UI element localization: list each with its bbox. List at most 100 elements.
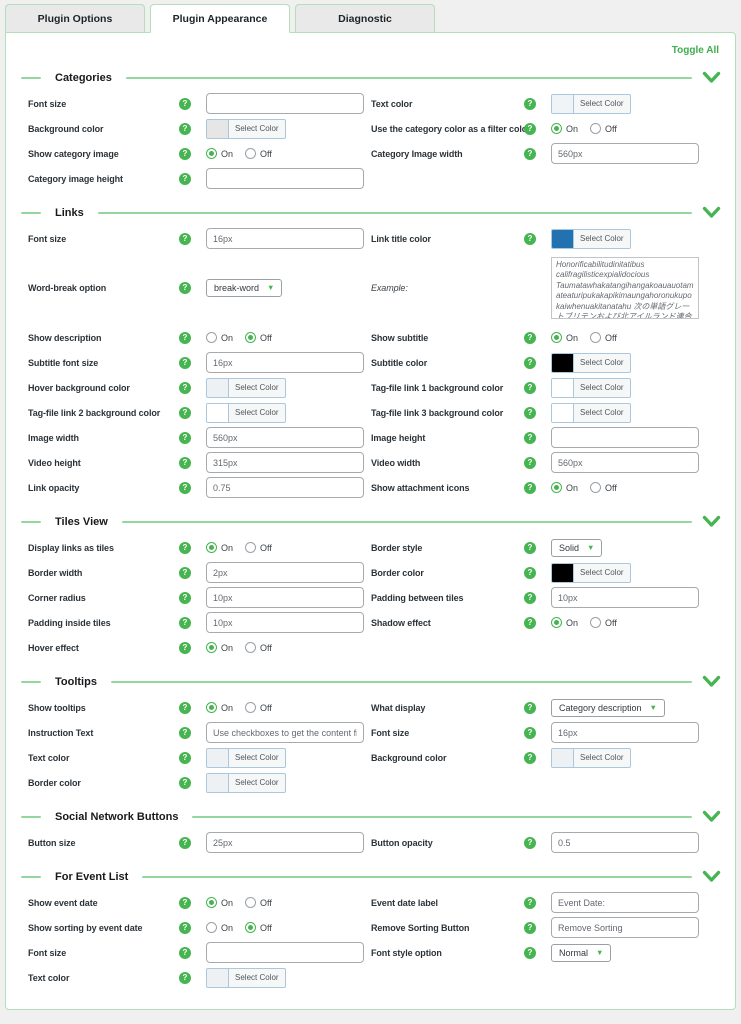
- hover-effect-radio-off[interactable]: Off: [245, 642, 272, 653]
- tag-file-link-1-background-color-color-button[interactable]: Select Color: [551, 378, 631, 398]
- help-icon[interactable]: ?: [179, 922, 191, 934]
- tag-file-link-3-background-color-color-button[interactable]: Select Color: [551, 403, 631, 423]
- border-style-select[interactable]: Solid▼: [551, 539, 602, 557]
- padding-inside-tiles-input[interactable]: [206, 612, 364, 633]
- tab-diagnostic[interactable]: Diagnostic: [295, 4, 435, 33]
- show-sorting-by-event-date-radio-off[interactable]: Off: [245, 922, 272, 933]
- display-links-as-tiles-radio-off[interactable]: Off: [245, 542, 272, 553]
- button-opacity-input[interactable]: [551, 832, 699, 853]
- help-icon[interactable]: ?: [524, 432, 536, 444]
- chevron-down-icon[interactable]: [702, 810, 721, 823]
- border-color-color-button[interactable]: Select Color: [206, 773, 286, 793]
- help-icon[interactable]: ?: [179, 282, 191, 294]
- background-color-color-button[interactable]: Select Color: [206, 119, 286, 139]
- chevron-down-icon[interactable]: [702, 206, 721, 219]
- padding-between-tiles-input[interactable]: [551, 587, 699, 608]
- image-height-input[interactable]: [551, 427, 699, 448]
- help-icon[interactable]: ?: [179, 542, 191, 554]
- help-icon[interactable]: ?: [524, 233, 536, 245]
- background-color-color-button[interactable]: Select Color: [551, 748, 631, 768]
- remove-sorting-button-input[interactable]: [551, 917, 699, 938]
- what-display-select[interactable]: Category description▼: [551, 699, 665, 717]
- help-icon[interactable]: ?: [179, 98, 191, 110]
- chevron-down-icon[interactable]: [702, 870, 721, 883]
- help-icon[interactable]: ?: [524, 482, 536, 494]
- example-text-box[interactable]: Honorificabilitudinitatibus califragilis…: [551, 257, 699, 319]
- help-icon[interactable]: ?: [524, 542, 536, 554]
- show-subtitle-radio-off[interactable]: Off: [590, 332, 617, 343]
- show-description-radio-on[interactable]: On: [206, 332, 233, 343]
- hover-background-color-color-button[interactable]: Select Color: [206, 378, 286, 398]
- event-date-label-input[interactable]: [551, 892, 699, 913]
- category-image-width-input[interactable]: [551, 143, 699, 164]
- toggle-all-link[interactable]: Toggle All: [6, 33, 735, 56]
- tag-file-link-2-background-color-color-button[interactable]: Select Color: [206, 403, 286, 423]
- help-icon[interactable]: ?: [524, 407, 536, 419]
- help-icon[interactable]: ?: [179, 173, 191, 185]
- show-attachment-icons-radio-off[interactable]: Off: [590, 482, 617, 493]
- show-event-date-radio-off[interactable]: Off: [245, 897, 272, 908]
- category-image-height-input[interactable]: [206, 168, 364, 189]
- use-the-category-color-as-a-filter-color-radio-off[interactable]: Off: [590, 123, 617, 134]
- help-icon[interactable]: ?: [524, 897, 536, 909]
- video-width-input[interactable]: [551, 452, 699, 473]
- help-icon[interactable]: ?: [179, 947, 191, 959]
- help-icon[interactable]: ?: [179, 837, 191, 849]
- link-opacity-input[interactable]: [206, 477, 364, 498]
- help-icon[interactable]: ?: [179, 407, 191, 419]
- help-icon[interactable]: ?: [179, 123, 191, 135]
- subtitle-color-color-button[interactable]: Select Color: [551, 353, 631, 373]
- tab-plugin-options[interactable]: Plugin Options: [5, 4, 145, 33]
- text-color-color-button[interactable]: Select Color: [206, 748, 286, 768]
- help-icon[interactable]: ?: [524, 727, 536, 739]
- help-icon[interactable]: ?: [179, 642, 191, 654]
- help-icon[interactable]: ?: [524, 567, 536, 579]
- corner-radius-input[interactable]: [206, 587, 364, 608]
- help-icon[interactable]: ?: [524, 617, 536, 629]
- help-icon[interactable]: ?: [524, 98, 536, 110]
- border-color-color-button[interactable]: Select Color: [551, 563, 631, 583]
- help-icon[interactable]: ?: [179, 148, 191, 160]
- font-size-input[interactable]: [206, 93, 364, 114]
- show-subtitle-radio-on[interactable]: On: [551, 332, 578, 343]
- image-width-input[interactable]: [206, 427, 364, 448]
- video-height-input[interactable]: [206, 452, 364, 473]
- text-color-color-button[interactable]: Select Color: [206, 968, 286, 988]
- shadow-effect-radio-off[interactable]: Off: [590, 617, 617, 628]
- hover-effect-radio-on[interactable]: On: [206, 642, 233, 653]
- help-icon[interactable]: ?: [524, 332, 536, 344]
- show-category-image-radio-on[interactable]: On: [206, 148, 233, 159]
- help-icon[interactable]: ?: [524, 947, 536, 959]
- help-icon[interactable]: ?: [179, 897, 191, 909]
- help-icon[interactable]: ?: [179, 482, 191, 494]
- help-icon[interactable]: ?: [179, 972, 191, 984]
- font-size-input[interactable]: [206, 228, 364, 249]
- tab-plugin-appearance[interactable]: Plugin Appearance: [150, 4, 290, 33]
- show-attachment-icons-radio-on[interactable]: On: [551, 482, 578, 493]
- chevron-down-icon[interactable]: [702, 515, 721, 528]
- help-icon[interactable]: ?: [524, 457, 536, 469]
- button-size-input[interactable]: [206, 832, 364, 853]
- help-icon[interactable]: ?: [179, 702, 191, 714]
- help-icon[interactable]: ?: [179, 727, 191, 739]
- help-icon[interactable]: ?: [524, 702, 536, 714]
- help-icon[interactable]: ?: [524, 148, 536, 160]
- help-icon[interactable]: ?: [524, 922, 536, 934]
- display-links-as-tiles-radio-on[interactable]: On: [206, 542, 233, 553]
- help-icon[interactable]: ?: [179, 752, 191, 764]
- instruction-text-input[interactable]: [206, 722, 364, 743]
- chevron-down-icon[interactable]: [702, 675, 721, 688]
- help-icon[interactable]: ?: [179, 357, 191, 369]
- text-color-color-button[interactable]: Select Color: [551, 94, 631, 114]
- help-icon[interactable]: ?: [179, 567, 191, 579]
- help-icon[interactable]: ?: [524, 837, 536, 849]
- help-icon[interactable]: ?: [179, 777, 191, 789]
- help-icon[interactable]: ?: [524, 752, 536, 764]
- help-icon[interactable]: ?: [179, 332, 191, 344]
- show-category-image-radio-off[interactable]: Off: [245, 148, 272, 159]
- shadow-effect-radio-on[interactable]: On: [551, 617, 578, 628]
- help-icon[interactable]: ?: [524, 382, 536, 394]
- help-icon[interactable]: ?: [179, 617, 191, 629]
- link-title-color-color-button[interactable]: Select Color: [551, 229, 631, 249]
- font-size-input[interactable]: [206, 942, 364, 963]
